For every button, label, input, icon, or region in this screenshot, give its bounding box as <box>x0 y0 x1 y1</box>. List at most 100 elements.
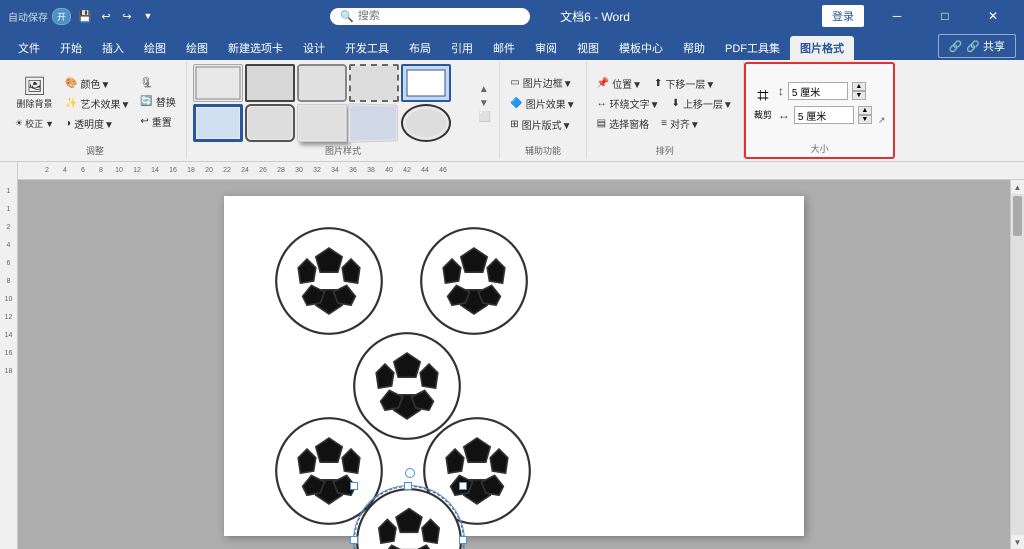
style-gallery <box>193 64 473 142</box>
crop-button[interactable]: ⌗ 裁剪 <box>754 85 772 121</box>
expand-gallery-arrow[interactable]: ⬜ <box>477 111 493 124</box>
tab-review[interactable]: 审阅 <box>525 36 567 60</box>
size-expand-button[interactable]: ↗ <box>878 115 886 126</box>
change-button[interactable]: 🔄 替换 <box>136 92 179 111</box>
styles-label: 图片样式 <box>325 142 361 157</box>
width-spin-up[interactable]: ▲ <box>858 106 872 115</box>
selection-pane-label: 选择窗格 <box>609 116 649 131</box>
restore-button[interactable]: □ <box>922 0 968 32</box>
redo-icon[interactable]: ↪ <box>117 6 137 26</box>
art-effects-button[interactable]: ✨ 艺术效果▼ <box>61 94 134 113</box>
width-input[interactable] <box>794 106 854 124</box>
ribbon: 🖼 删除背景 ☀ 校正 ▼ 🎨 颜色▼ ✨ 艺术效果▼ <box>0 60 1024 162</box>
arrange-content: 📌 位置▼ ⬆ 下移一层▼ ↔ 环绕文字▼ ⬇ 上移一层▼ <box>593 64 737 142</box>
scroll-up-button[interactable]: ▲ <box>1011 180 1024 194</box>
style-thumb-7[interactable] <box>245 104 295 142</box>
minimize-button[interactable]: ─ <box>874 0 920 32</box>
transparency-button[interactable]: ◑ 透明度▼ <box>61 114 134 133</box>
rotate-handle[interactable] <box>405 468 415 478</box>
tab-template[interactable]: 模板中心 <box>609 36 673 60</box>
more-quick-icon[interactable]: ▼ <box>138 6 158 26</box>
soccer-ball-2[interactable] <box>419 226 529 336</box>
bring-forward-button[interactable]: ⬆ 下移一层▼ <box>650 74 719 93</box>
ruler-mark: 18 <box>5 362 13 380</box>
color-button[interactable]: 🎨 颜色▼ <box>61 74 134 93</box>
style-thumb-8[interactable] <box>297 104 347 142</box>
tab-home[interactable]: 开始 <box>50 36 92 60</box>
style-thumb-4[interactable] <box>349 64 399 102</box>
tab-draw2[interactable]: 绘图 <box>176 36 218 60</box>
tab-dev[interactable]: 开发工具 <box>335 36 399 60</box>
style-thumb-3[interactable] <box>297 64 347 102</box>
wrap-text-button[interactable]: ↔ 环绕文字▼ <box>593 94 664 113</box>
width-spinner: ▲ ▼ <box>858 106 872 124</box>
handle-ml[interactable] <box>350 536 358 544</box>
wrap-text-icon: ↔ <box>597 98 607 109</box>
width-spin-down[interactable]: ▼ <box>858 115 872 124</box>
close-button[interactable]: ✕ <box>970 0 1016 32</box>
doc-main: 2 4 6 8 10 12 14 16 18 20 22 24 26 28 30… <box>18 162 1024 549</box>
picture-effects-button[interactable]: 🔷 图片效果▼ <box>506 94 579 113</box>
ruler-mark: 1 <box>7 182 11 200</box>
crop-icon: ⌗ <box>757 85 768 108</box>
tab-insert[interactable]: 插入 <box>92 36 134 60</box>
share-button[interactable]: 🔗 🔗 共享 <box>938 34 1016 58</box>
login-button[interactable]: 登录 <box>822 5 864 27</box>
ruler-mark: 6 <box>7 254 11 272</box>
style-thumb-5[interactable] <box>401 64 451 102</box>
style-thumb-6[interactable] <box>193 104 243 142</box>
style-thumb-9[interactable] <box>348 103 398 143</box>
correct-button[interactable]: ☀ 校正 ▼ <box>10 114 59 133</box>
tab-design[interactable]: 设计 <box>293 36 335 60</box>
tab-layout[interactable]: 布局 <box>399 36 441 60</box>
height-row: ↕ ▲ ▼ <box>778 80 872 102</box>
height-spin-up[interactable]: ▲ <box>852 82 866 91</box>
group-adjust: 🖼 删除背景 ☀ 校正 ▼ 🎨 颜色▼ ✨ 艺术效果▼ <box>4 62 187 159</box>
scroll-down-arrow[interactable]: ▼ <box>477 97 493 110</box>
save-icon[interactable]: 💾 <box>75 6 95 26</box>
reset-button[interactable]: ↩ 重置 <box>136 112 179 131</box>
style-thumb-1[interactable] <box>193 64 243 102</box>
correct-arrow: ▼ <box>45 119 54 129</box>
scroll-up-arrow[interactable]: ▲ <box>477 83 493 96</box>
tab-help[interactable]: 帮助 <box>673 36 715 60</box>
tab-pdf[interactable]: PDF工具集 <box>715 36 790 60</box>
tab-view[interactable]: 视图 <box>567 36 609 60</box>
change-label: 替换 <box>156 94 176 109</box>
group-auxiliary: ▭ 图片边框▼ 🔷 图片效果▼ ⊞ 图片版式▼ 辅助功能 <box>500 62 586 159</box>
selection-pane-icon: ▤ <box>597 118 606 129</box>
scroll-down-button[interactable]: ▼ <box>1011 535 1024 549</box>
tab-file[interactable]: 文件 <box>8 36 50 60</box>
style-thumb-10[interactable] <box>401 104 451 142</box>
picture-border-button[interactable]: ▭ 图片边框▼ <box>506 73 576 92</box>
handle-tr[interactable] <box>459 482 467 490</box>
tab-picture-format[interactable]: 图片格式 <box>790 36 854 60</box>
handle-mr[interactable] <box>459 536 467 544</box>
style-thumb-2[interactable] <box>245 64 295 102</box>
autosave-toggle[interactable]: 开 <box>52 8 71 25</box>
ruler-mark: 12 <box>5 308 13 326</box>
scroll-thumb[interactable] <box>1013 196 1022 236</box>
undo-icon[interactable]: ↩ <box>96 6 116 26</box>
tab-new[interactable]: 新建选项卡 <box>218 36 293 60</box>
align-button[interactable]: ≡ 对齐▼ <box>657 114 704 133</box>
handle-tl[interactable] <box>350 482 358 490</box>
ruler-mark: 14 <box>5 326 13 344</box>
height-input[interactable] <box>788 82 848 100</box>
tab-draw[interactable]: 绘图 <box>134 36 176 60</box>
handle-tm[interactable] <box>404 482 412 490</box>
compress-button[interactable]: 🗜 <box>136 76 179 91</box>
remove-bg-label: 删除背景 <box>17 97 53 110</box>
remove-bg-button[interactable]: 🖼 删除背景 <box>10 73 59 113</box>
selection-pane-button[interactable]: ▤ 选择窗格 <box>593 114 653 133</box>
page-area[interactable]: 🖼 <box>18 180 1010 549</box>
tab-ref[interactable]: 引用 <box>441 36 483 60</box>
height-spin-down[interactable]: ▼ <box>852 91 866 100</box>
tab-mail[interactable]: 邮件 <box>483 36 525 60</box>
search-box: 🔍 <box>330 8 530 25</box>
position-button[interactable]: 📌 位置▼ <box>593 74 646 93</box>
search-input[interactable] <box>358 10 508 22</box>
send-backward-button[interactable]: ⬇ 上移一层▼ <box>668 94 737 113</box>
picture-layout-button[interactable]: ⊞ 图片版式▼ <box>506 115 575 134</box>
soccer-ball-1[interactable] <box>274 226 384 336</box>
